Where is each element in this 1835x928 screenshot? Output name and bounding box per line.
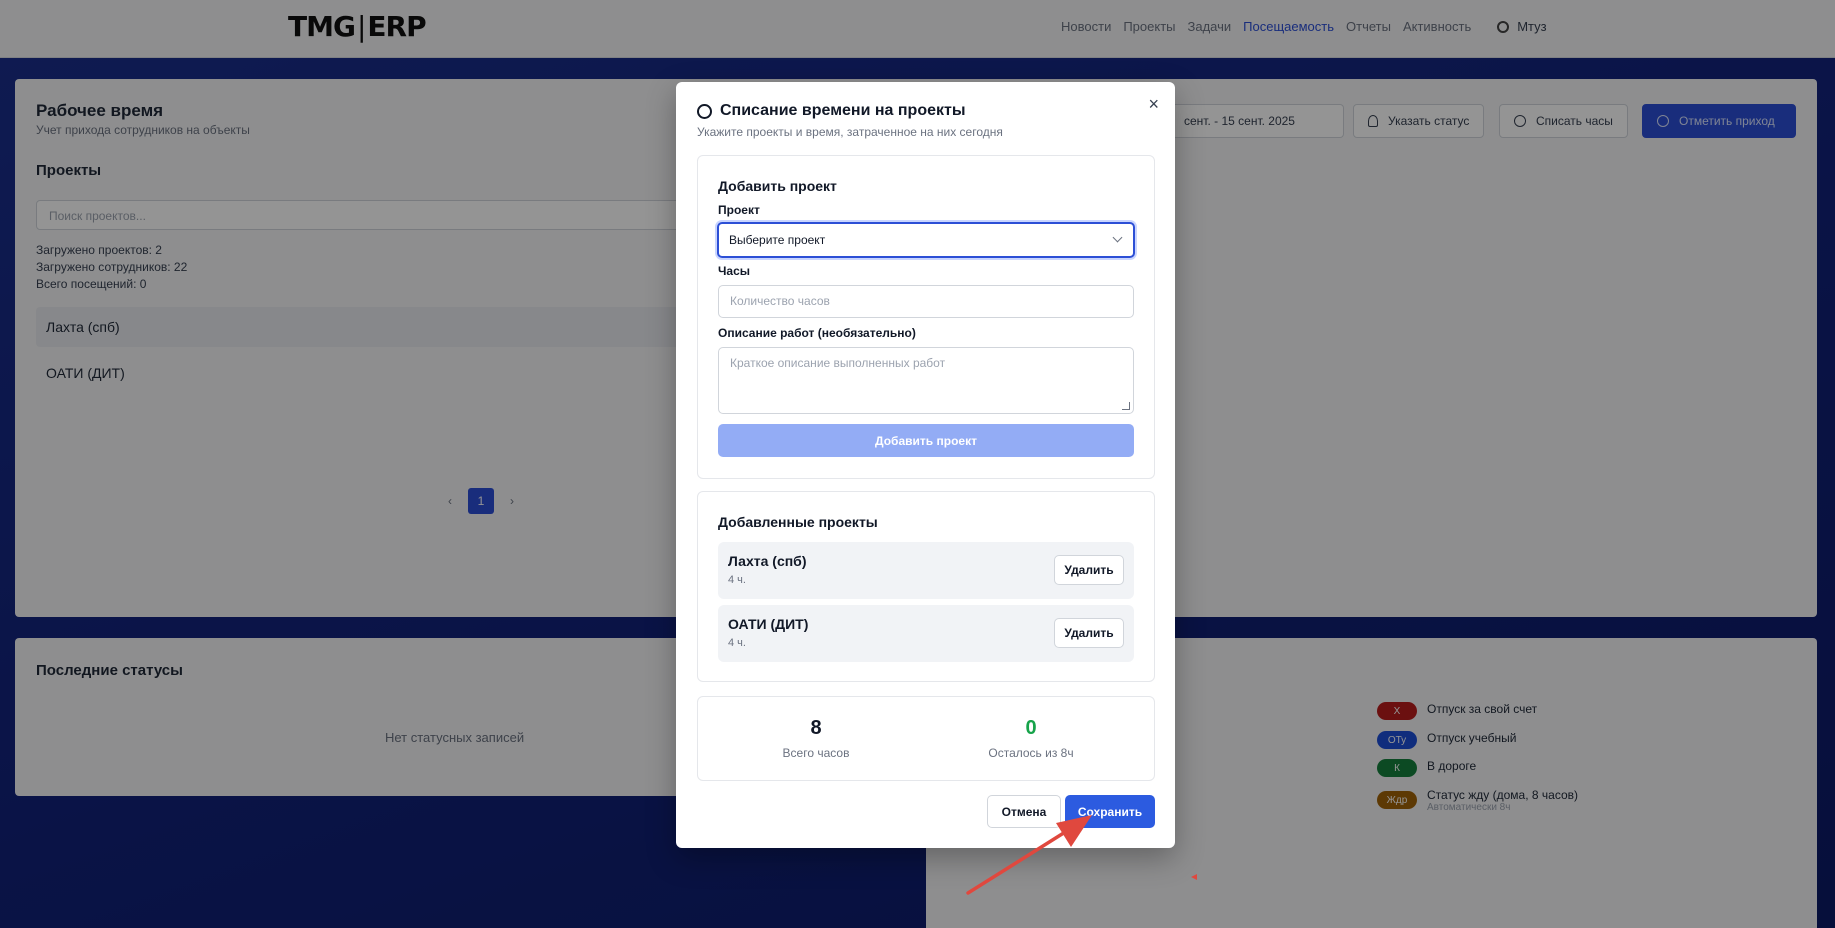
added-projects-section: Добавленные проекты Лахта (спб) 4 ч. Уда…	[697, 491, 1155, 682]
added-project-item: Лахта (спб) 4 ч. Удалить	[718, 542, 1134, 599]
resize-handle-icon[interactable]	[1122, 402, 1130, 410]
time-writeoff-dialog: × Списание времени на проекты Укажите пр…	[676, 82, 1175, 848]
hours-left-label: Осталось из 8ч	[988, 746, 1074, 760]
added-projects-heading: Добавленные проекты	[718, 514, 878, 530]
cancel-button[interactable]: Отмена	[987, 795, 1061, 828]
hours-left-value: 0	[1025, 717, 1037, 739]
added-project-name: Лахта (спб)	[728, 553, 807, 569]
save-button[interactable]: Сохранить	[1065, 795, 1155, 828]
added-project-hours: 4 ч.	[728, 574, 746, 586]
added-project-name: ОАТИ (ДИТ)	[728, 616, 809, 632]
hours-label: Часы	[718, 264, 751, 278]
description-placeholder: Краткое описание выполненных работ	[730, 356, 946, 370]
dialog-title-text: Списание времени на проекты	[720, 102, 966, 119]
project-label: Проект	[718, 203, 760, 217]
hours-summary: 8 Всего часов 0 Осталось из 8ч	[697, 696, 1155, 781]
hours-left: 0 Осталось из 8ч	[931, 717, 1131, 760]
delete-button[interactable]: Удалить	[1054, 618, 1124, 648]
dialog-title: Списание времени на проекты	[697, 102, 966, 120]
clock-icon	[697, 103, 712, 119]
added-project-item: ОАТИ (ДИТ) 4 ч. Удалить	[718, 605, 1134, 662]
total-hours-label: Всего часов	[782, 746, 850, 760]
chevron-down-icon	[1112, 232, 1123, 243]
add-project-section: Добавить проект Проект Выберите проект Ч…	[697, 155, 1155, 479]
dialog-subtitle: Укажите проекты и время, затраченное на …	[697, 125, 1003, 139]
add-project-heading: Добавить проект	[718, 178, 837, 194]
total-hours-value: 8	[810, 717, 822, 739]
project-select[interactable]: Выберите проект	[717, 222, 1135, 258]
hours-input[interactable]: Количество часов	[718, 285, 1134, 318]
delete-button[interactable]: Удалить	[1054, 555, 1124, 585]
add-project-button[interactable]: Добавить проект	[718, 424, 1134, 457]
close-icon[interactable]: ×	[1148, 94, 1159, 115]
description-label: Описание работ (необязательно)	[718, 326, 916, 340]
added-project-hours: 4 ч.	[728, 637, 746, 649]
project-select-value: Выберите проект	[729, 233, 826, 247]
total-hours: 8 Всего часов	[716, 717, 916, 760]
description-textarea[interactable]: Краткое описание выполненных работ	[718, 347, 1134, 414]
